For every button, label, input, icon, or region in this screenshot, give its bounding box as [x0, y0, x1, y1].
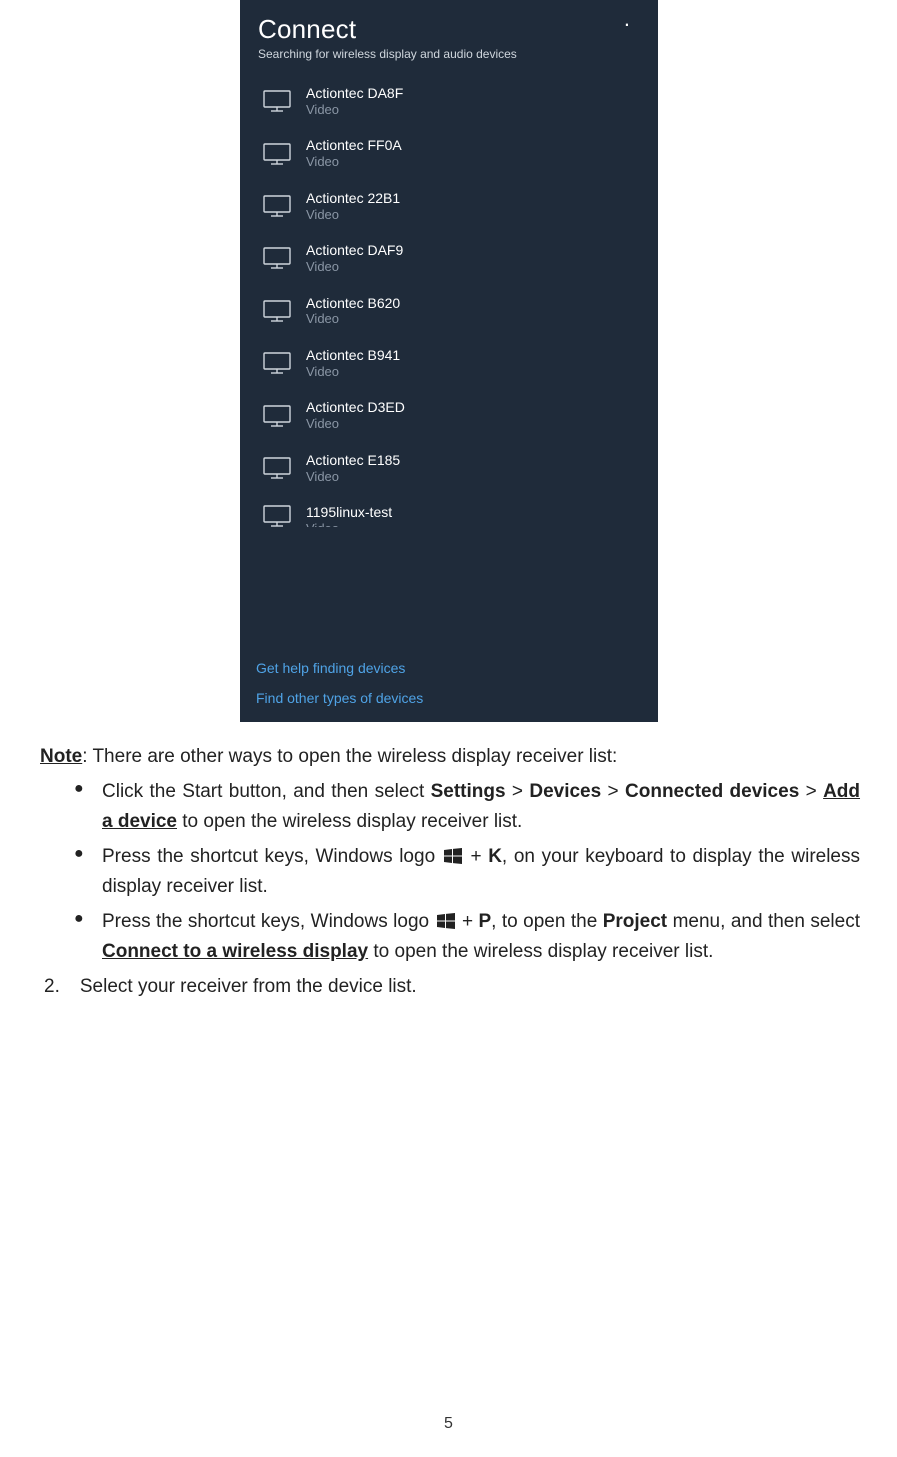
- device-item[interactable]: Actiontec FF0A Video: [252, 127, 646, 179]
- device-item[interactable]: Actiontec DA8F Video: [252, 75, 646, 127]
- monitor-icon: [262, 352, 292, 374]
- device-name: Actiontec E185: [306, 452, 400, 469]
- device-item[interactable]: Actiontec DAF9 Video: [252, 232, 646, 284]
- panel-subtitle: Searching for wireless display and audio…: [258, 47, 640, 61]
- device-name: 1195linux-test: [306, 504, 392, 521]
- text-span: Press the shortcut keys, Windows logo: [102, 911, 435, 932]
- device-list: Actiontec DA8F Video Actiontec FF0A Vide…: [240, 69, 658, 654]
- panel-links: Get help finding devices Find other type…: [240, 654, 658, 722]
- device-item[interactable]: Actiontec D3ED Video: [252, 389, 646, 441]
- text-bold: P: [478, 911, 491, 932]
- note-text: : There are other ways to open the wirel…: [82, 746, 617, 767]
- panel-title: Connect: [258, 14, 640, 45]
- step-number: 2.: [44, 972, 60, 1001]
- monitor-icon: [262, 405, 292, 427]
- device-item[interactable]: Actiontec E185 Video: [252, 442, 646, 494]
- device-name: Actiontec B941: [306, 347, 400, 364]
- bullet-item-2: Press the shortcut keys, Windows logo + …: [74, 842, 860, 901]
- text-span: to open the wireless display receiver li…: [368, 941, 713, 962]
- text-bold: Project: [603, 911, 667, 932]
- device-name: Actiontec 22B1: [306, 190, 400, 207]
- device-name: Actiontec DAF9: [306, 242, 403, 259]
- device-type: Video: [306, 102, 403, 118]
- text-bold: Devices: [529, 781, 601, 802]
- text-bold-underline: Connect to a wireless display: [102, 941, 368, 962]
- text-span: >: [799, 781, 823, 802]
- text-span: Press the shortcut keys, Windows logo: [102, 846, 442, 867]
- windows-logo-icon: [444, 848, 462, 864]
- connect-panel: . Connect Searching for wireless display…: [240, 0, 658, 722]
- monitor-icon: [262, 143, 292, 165]
- device-item[interactable]: Actiontec B620 Video: [252, 285, 646, 337]
- device-type: Video: [306, 311, 400, 327]
- note-label: Note: [40, 746, 82, 767]
- step-text: Select your receiver from the device lis…: [80, 972, 417, 1001]
- step-2: 2. Select your receiver from the device …: [40, 972, 860, 1001]
- monitor-icon: [262, 300, 292, 322]
- monitor-icon: [262, 457, 292, 479]
- device-type: Video: [306, 154, 402, 170]
- device-item[interactable]: 1195linux-test Video: [252, 494, 646, 537]
- monitor-icon: [262, 505, 292, 527]
- device-type: Video: [306, 469, 400, 485]
- device-name: Actiontec D3ED: [306, 399, 405, 416]
- text-span: , to open the: [491, 911, 603, 932]
- help-finding-devices-link[interactable]: Get help finding devices: [256, 660, 642, 676]
- text-span: >: [601, 781, 625, 802]
- device-type: Video: [306, 521, 392, 527]
- device-name: Actiontec B620: [306, 295, 400, 312]
- note-line: Note: There are other ways to open the w…: [40, 742, 860, 771]
- device-type: Video: [306, 207, 400, 223]
- device-type: Video: [306, 416, 405, 432]
- text-span: to open the wireless display receiver li…: [177, 811, 522, 832]
- device-item[interactable]: Actiontec B941 Video: [252, 337, 646, 389]
- connect-header: . Connect Searching for wireless display…: [240, 0, 658, 69]
- text-span: +: [457, 911, 479, 932]
- text-span: >: [506, 781, 530, 802]
- text-span: Click the Start button, and then select: [102, 781, 431, 802]
- monitor-icon: [262, 195, 292, 217]
- text-span: +: [464, 846, 488, 867]
- device-type: Video: [306, 259, 403, 275]
- windows-logo-icon: [437, 913, 455, 929]
- text-bold: K: [488, 846, 502, 867]
- text-bold: Settings: [431, 781, 506, 802]
- bullet-item-3: Press the shortcut keys, Windows logo + …: [74, 907, 860, 966]
- find-other-devices-link[interactable]: Find other types of devices: [256, 690, 642, 706]
- text-span: menu, and then select: [667, 911, 860, 932]
- page-number: 5: [0, 1415, 897, 1433]
- text-bold: Connected devices: [625, 781, 799, 802]
- device-name: Actiontec FF0A: [306, 137, 402, 154]
- device-type: Video: [306, 364, 400, 380]
- document-body: Note: There are other ways to open the w…: [40, 742, 860, 1002]
- progress-indicator: .: [624, 8, 630, 30]
- bullet-item-1: Click the Start button, and then select …: [74, 777, 860, 836]
- monitor-icon: [262, 247, 292, 269]
- device-item[interactable]: Actiontec 22B1 Video: [252, 180, 646, 232]
- device-name: Actiontec DA8F: [306, 85, 403, 102]
- monitor-icon: [262, 90, 292, 112]
